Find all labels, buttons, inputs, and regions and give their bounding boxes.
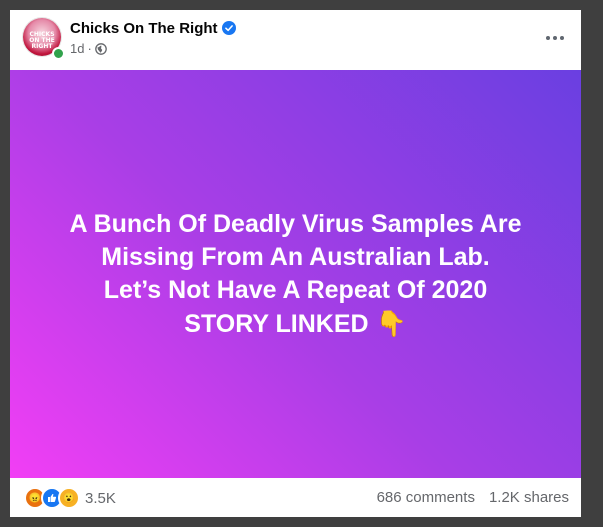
post-text-line-4: STORY LINKED <box>184 309 369 338</box>
pointing-down-emoji-icon: 👇 <box>375 308 407 338</box>
more-options-dot-2 <box>553 36 557 40</box>
verified-badge-icon <box>222 21 236 35</box>
post-meta: 1d · <box>70 41 107 56</box>
post-text-line-2: Missing From An Australian Lab. <box>101 242 490 271</box>
wow-reaction-icon: 😮 <box>58 487 80 509</box>
avatar-logo-text: CHICKS ON THE RIGHT <box>29 31 55 50</box>
more-options-dot-3 <box>560 36 564 40</box>
post-timestamp[interactable]: 1d <box>70 41 84 56</box>
post-header: CHICKS ON THE RIGHT Chicks On The Right … <box>10 10 581 70</box>
post-footer: 😠 😮 3.5K 686 comments 1.2K shares <box>10 478 581 517</box>
reaction-summary[interactable]: 😠 😮 3.5K <box>24 487 116 509</box>
post-text-line-4-container: STORY LINKED 👇 <box>26 307 566 341</box>
post-background[interactable]: A Bunch Of Deadly Virus Samples Are Miss… <box>10 70 581 478</box>
page-name-link[interactable]: Chicks On The Right <box>70 20 218 37</box>
post-text: A Bunch Of Deadly Virus Samples Are Miss… <box>26 208 566 341</box>
shares-count-link[interactable]: 1.2K shares <box>489 489 569 506</box>
more-options-dot-1 <box>546 36 550 40</box>
online-status-dot <box>52 47 65 60</box>
post-text-line-1: A Bunch Of Deadly Virus Samples Are <box>69 209 522 238</box>
engagement-stats: 686 comments 1.2K shares <box>377 489 569 506</box>
comments-count-link[interactable]: 686 comments <box>377 489 475 506</box>
post-text-line-3: Let’s Not Have A Repeat Of 2020 <box>103 275 488 304</box>
facebook-post-card: CHICKS ON THE RIGHT Chicks On The Right … <box>10 10 581 517</box>
more-options-button[interactable] <box>543 26 567 50</box>
reaction-count[interactable]: 3.5K <box>85 490 116 507</box>
meta-separator: · <box>87 41 92 56</box>
globe-icon[interactable] <box>94 42 107 55</box>
